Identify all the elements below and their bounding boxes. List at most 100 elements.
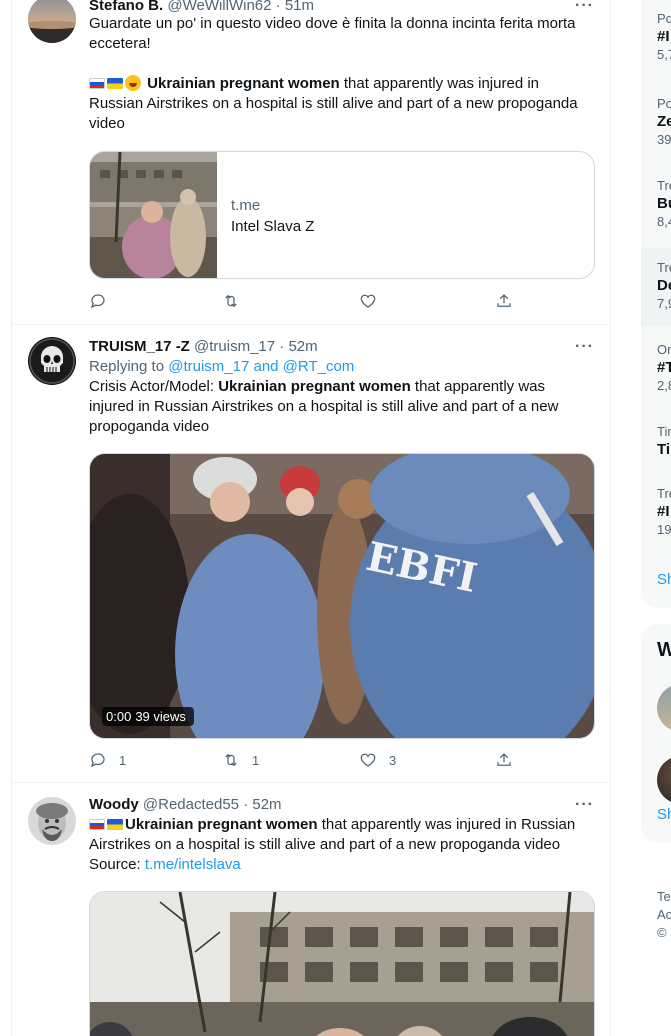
avatar-portrait-image	[28, 797, 76, 845]
trend-count: 2,8	[657, 378, 671, 393]
sidebar-footer: Te Ac ©	[657, 888, 671, 942]
author-handle[interactable]: @WeWillWin62	[167, 0, 271, 14]
retweet-icon	[225, 294, 237, 308]
trend-item[interactable]: Po #I 5,7	[641, 0, 671, 77]
tweet-actions	[89, 292, 519, 312]
more-options-icon[interactable]: ···	[575, 0, 594, 16]
more-options-icon[interactable]: ···	[575, 337, 594, 357]
tweet-image[interactable]	[89, 891, 595, 1036]
replying-to-label: Replying to	[89, 358, 169, 375]
author-name[interactable]: TRUISM_17 -Z	[89, 338, 190, 355]
source-link[interactable]: t.me/intelslava	[145, 856, 241, 873]
retweet-icon	[225, 753, 237, 767]
avatar[interactable]	[28, 337, 76, 385]
share-icon	[497, 294, 511, 307]
tweet-text: Ukrainian pregnant women that apparently…	[89, 815, 594, 875]
trend-count: 19	[657, 522, 671, 537]
right-sidebar: Po #I 5,7 Po Ze 39 Tre Bu 8,4 Tre De 7,9…	[641, 0, 671, 1036]
author-handle[interactable]: @truism_17	[194, 338, 275, 355]
trend-count: 39	[657, 132, 671, 147]
timestamp[interactable]: 51m	[285, 0, 314, 14]
retweet-count: 1	[252, 752, 260, 768]
video-player[interactable]: EBFI 0:00 39 views	[89, 453, 595, 739]
like-button[interactable]	[359, 292, 389, 310]
trend-context: Tre	[657, 486, 671, 501]
like-count: 3	[389, 752, 397, 768]
tweet[interactable]: Stefano B. @WeWillWin62 · 51m ··· Guarda…	[12, 0, 610, 325]
tweet[interactable]: Woody @Redacted55 · 52m ··· Ukrainian pr…	[12, 783, 610, 1036]
tweet-text: Ukrainian pregnant women that apparently…	[89, 74, 594, 134]
who-show-more-link[interactable]: Sh	[657, 806, 671, 823]
trend-count: 7,9	[657, 296, 671, 311]
card-domain: t.me	[231, 197, 261, 214]
who-to-follow-title: W	[657, 639, 671, 661]
tweet[interactable]: TRUISM_17 -Z @truism_17 · 52m ··· Replyi…	[12, 325, 610, 783]
tweet-text-prefix: Crisis Actor/Model:	[89, 378, 219, 395]
footer-link[interactable]: Ac	[657, 906, 671, 924]
ukraine-flag-icon	[107, 78, 123, 89]
share-button[interactable]	[495, 751, 513, 769]
trend-item[interactable]: Tre #I 19	[641, 474, 671, 552]
trend-context: Po	[657, 96, 671, 111]
separator-dot: ·	[275, 0, 281, 14]
trend-context: Tir	[657, 424, 671, 439]
tweet-text-bold: Ukrainian pregnant women	[147, 75, 340, 92]
replying-to: Replying to @truism_17 and @RT_com	[89, 357, 594, 377]
trend-title: De	[657, 277, 671, 294]
suggested-avatar[interactable]	[657, 684, 671, 732]
avatar-landscape-image	[28, 0, 76, 43]
avatar[interactable]	[28, 0, 76, 43]
retweet-button[interactable]	[222, 292, 252, 310]
video-duration: 0:00	[106, 709, 132, 724]
reply-icon	[90, 294, 105, 309]
trend-title: #I	[657, 503, 670, 520]
share-icon	[497, 753, 511, 766]
tweet-text: Guardate un po' in questo video dove è f…	[89, 14, 594, 54]
trends-panel: Po #I 5,7 Po Ze 39 Tre Bu 8,4 Tre De 7,9…	[641, 0, 671, 608]
trend-context: On	[657, 342, 671, 357]
author-name[interactable]: Woody	[89, 796, 139, 813]
tweet-text-bold: Ukrainian pregnant women	[218, 378, 411, 395]
link-card[interactable]: t.me Intel Slava Z	[89, 151, 595, 279]
trend-item[interactable]: Po Ze 39	[641, 84, 671, 162]
source-label: Source:	[89, 856, 145, 873]
trends-show-more-link[interactable]: Sh	[657, 571, 671, 588]
footer-link[interactable]: Te	[657, 888, 671, 906]
trend-count: 8,4	[657, 214, 671, 229]
suggested-avatar[interactable]	[657, 756, 671, 804]
trend-title: Tir	[657, 441, 671, 458]
author-name[interactable]: Stefano B.	[89, 0, 163, 14]
card-title: Intel Slava Z	[231, 218, 315, 235]
timestamp[interactable]: 52m	[252, 796, 281, 813]
author-handle[interactable]: @Redacted55	[143, 796, 239, 813]
retweet-button[interactable]: 1	[222, 751, 259, 769]
replying-to-link[interactable]: @truism_17 and @RT_com	[168, 358, 354, 375]
timeline: Stefano B. @WeWillWin62 · 51m ··· Guarda…	[11, 0, 611, 1036]
share-button[interactable]	[495, 292, 513, 310]
separator-dot: ·	[279, 338, 285, 355]
reply-icon	[90, 753, 105, 768]
trend-item[interactable]: On #T 2,8	[641, 330, 671, 408]
hospital-photo	[90, 892, 594, 1036]
card-thumbnail	[90, 152, 217, 278]
tweet-text-bold: Ukrainian pregnant women	[125, 816, 318, 833]
trend-context: Tre	[657, 260, 671, 275]
reply-button[interactable]	[89, 292, 119, 310]
avatar[interactable]	[28, 797, 76, 845]
russia-flag-icon	[89, 819, 105, 830]
tweet-text-line: Guardate un po' in questo video dove è f…	[89, 15, 576, 52]
like-button[interactable]: 3	[359, 751, 396, 769]
heart-icon	[360, 294, 376, 308]
trend-title: #I	[657, 28, 670, 45]
heart-icon	[360, 753, 376, 767]
tweet-text: Crisis Actor/Model: Ukrainian pregnant w…	[89, 377, 594, 437]
reply-button[interactable]: 1	[89, 751, 126, 769]
trend-item[interactable]: Tre Bu 8,4	[641, 166, 671, 244]
timestamp[interactable]: 52m	[288, 338, 317, 355]
russia-flag-icon	[89, 78, 105, 89]
ukraine-flag-icon	[107, 819, 123, 830]
trend-item[interactable]: Tre De 7,9	[641, 248, 671, 326]
trend-context: Po	[657, 11, 671, 26]
avatar-skull-image	[28, 337, 76, 385]
more-options-icon[interactable]: ···	[575, 795, 594, 815]
